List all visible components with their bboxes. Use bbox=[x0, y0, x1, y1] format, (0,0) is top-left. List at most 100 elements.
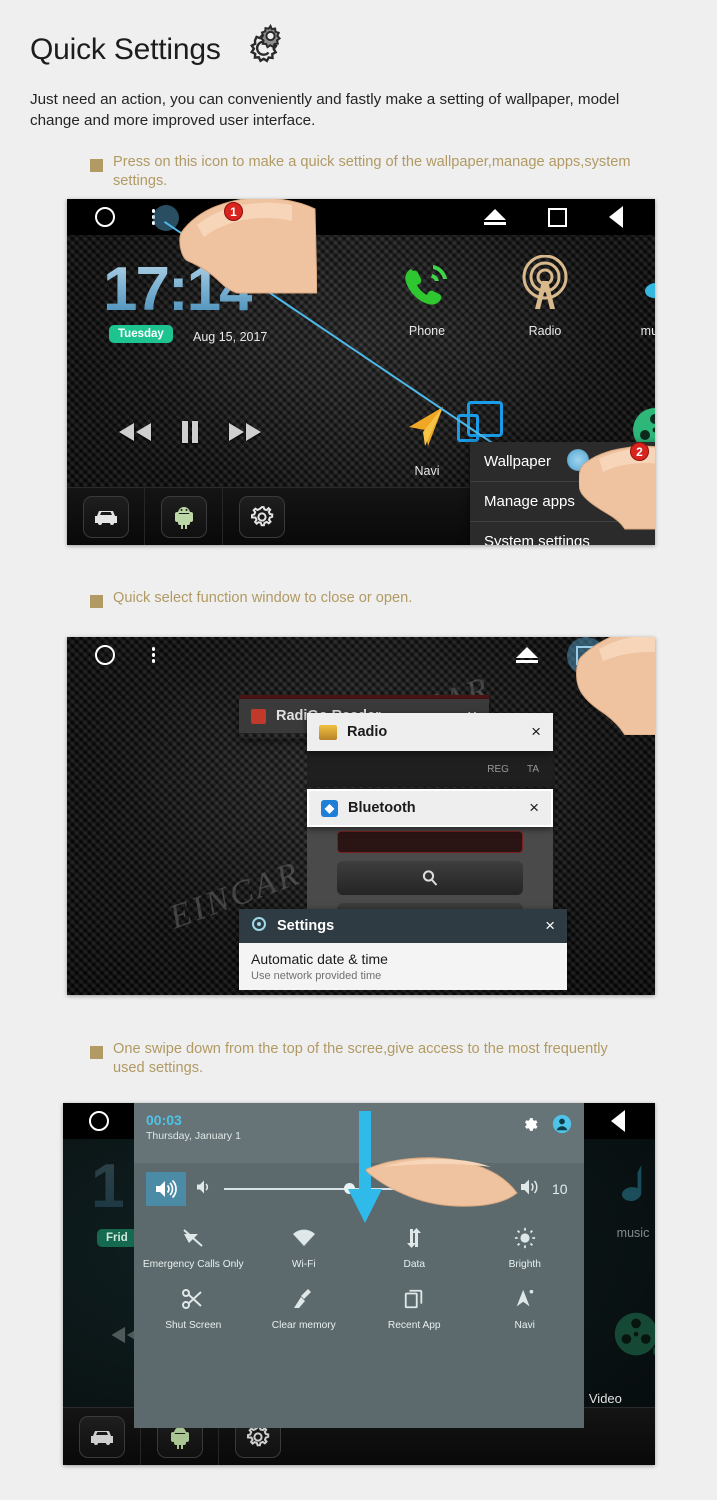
app-phone[interactable]: Phone bbox=[367, 259, 487, 338]
tile-wifi[interactable]: Wi-Fi bbox=[249, 1221, 360, 1278]
bt-field bbox=[337, 831, 523, 853]
music-note-icon-3 bbox=[621, 1165, 642, 1201]
circle-home-icon-2[interactable] bbox=[95, 645, 115, 665]
settings-gear-icon-3[interactable] bbox=[521, 1116, 538, 1138]
eject-icon-2[interactable] bbox=[516, 647, 538, 663]
phone-icon bbox=[405, 265, 447, 305]
window-settings-titlebar[interactable]: Settings × bbox=[239, 909, 567, 943]
signal-off-icon bbox=[183, 1229, 203, 1247]
bg-music-label: music bbox=[616, 1226, 650, 1240]
back-triangle-icon-3[interactable] bbox=[611, 1110, 625, 1132]
back-triangle-icon[interactable] bbox=[609, 206, 623, 228]
dock-android-button[interactable] bbox=[145, 488, 223, 545]
callout-badge-2: 2 bbox=[630, 442, 649, 461]
callout-badge-1: 1 bbox=[224, 202, 243, 221]
android-icon bbox=[160, 495, 207, 538]
close-icon-radio[interactable]: × bbox=[531, 722, 541, 742]
statusbar-2 bbox=[67, 637, 655, 675]
radio-label-reg: REG bbox=[487, 763, 509, 775]
tile-recent-app-label: Recent App bbox=[387, 1319, 441, 1331]
wifi-icon bbox=[292, 1229, 315, 1246]
three-dots-menu-icon-2[interactable] bbox=[152, 647, 156, 663]
app-music[interactable]: music bbox=[602, 255, 655, 338]
bg-app-music: music bbox=[578, 1161, 655, 1240]
volume-high-icon[interactable] bbox=[146, 1172, 186, 1206]
tile-clear-memory[interactable]: Clear memory bbox=[249, 1282, 360, 1339]
dock-settings-button[interactable] bbox=[223, 488, 301, 545]
app-radio[interactable]: Radio bbox=[485, 254, 605, 338]
circle-home-icon-3[interactable] bbox=[89, 1111, 109, 1131]
tile-shut-screen-label: Shut Screen bbox=[165, 1319, 222, 1331]
window-radio-titlebar[interactable]: Radio × bbox=[307, 713, 553, 751]
bullet-icon-3 bbox=[90, 1046, 103, 1059]
circle-home-icon[interactable] bbox=[95, 207, 115, 227]
tile-brightness-label: Brighth bbox=[508, 1259, 541, 1270]
app-phone-label: Phone bbox=[408, 324, 446, 338]
music-note-icon bbox=[645, 283, 655, 298]
window-settings-title: Settings bbox=[277, 918, 335, 934]
navi-arrow-icon bbox=[409, 407, 443, 446]
transport-controls[interactable] bbox=[117, 419, 263, 445]
window-radio[interactable]: Radio × bbox=[307, 713, 553, 751]
volume-value: 10 bbox=[552, 1181, 568, 1197]
radio-window-body: REG TA bbox=[307, 751, 553, 787]
note-1: Press on this icon to make a quick setti… bbox=[90, 153, 687, 192]
page-title: Quick Settings bbox=[30, 33, 221, 66]
settings-gear-icon bbox=[239, 495, 285, 538]
broom-icon bbox=[293, 1288, 311, 1308]
day-badge: Tuesday bbox=[109, 325, 173, 343]
settings-row-title: Automatic date & time bbox=[251, 951, 388, 967]
radio-label-ta: TA bbox=[526, 763, 539, 775]
bg-clock: 1 bbox=[91, 1152, 126, 1221]
bluetooth-icon: ◆ bbox=[321, 799, 338, 817]
window-bluetooth-titlebar[interactable]: ◆ Bluetooth × bbox=[309, 791, 551, 825]
volume-up-icon[interactable] bbox=[520, 1178, 542, 1201]
window-settings[interactable]: Settings × Automatic date & time Use net… bbox=[239, 909, 567, 995]
window-bluetooth-title: Bluetooth bbox=[348, 800, 416, 816]
note-1-text: Press on this icon to make a quick setti… bbox=[113, 154, 631, 190]
eject-icon[interactable] bbox=[484, 209, 506, 225]
fast-forward-icon bbox=[229, 423, 261, 441]
qs-time: 00:03 bbox=[146, 1112, 182, 1128]
date-text: Aug 15, 2017 bbox=[193, 330, 268, 344]
tile-data-label: Data bbox=[403, 1259, 426, 1270]
dock-car-button-3[interactable] bbox=[63, 1408, 141, 1465]
tile-emergency-calls[interactable]: Emergency Calls Only bbox=[138, 1221, 249, 1278]
settings-window-body: Automatic date & time Use network provid… bbox=[239, 943, 567, 990]
close-icon-settings[interactable]: × bbox=[545, 916, 555, 936]
window-bluetooth[interactable]: ◆ Bluetooth × bbox=[307, 789, 553, 827]
recents-highlight-square-2 bbox=[457, 414, 479, 442]
close-icon-bluetooth[interactable]: × bbox=[529, 798, 539, 818]
device-screenshot-3: 1 Frid music Navi Link Video 00:03 Thurs… bbox=[63, 1103, 655, 1465]
car-icon-3 bbox=[78, 1415, 125, 1458]
scissors-icon bbox=[182, 1288, 202, 1309]
volume-low-icon[interactable] bbox=[196, 1179, 214, 1200]
car-icon bbox=[82, 495, 129, 538]
window-radio-title: Radio bbox=[347, 724, 388, 740]
bg-day-badge: Frid bbox=[97, 1229, 137, 1247]
app-music-label: music bbox=[640, 324, 655, 338]
rewind-icon bbox=[119, 423, 151, 441]
bt-search-button[interactable] bbox=[337, 861, 523, 895]
bullet-icon bbox=[90, 159, 103, 173]
square-recents-icon[interactable] bbox=[548, 207, 567, 227]
tile-clear-memory-label: Clear memory bbox=[271, 1319, 336, 1331]
device-screenshot-1: 17:14 Tuesday Aug 15, 2017 Phone Radio m… bbox=[67, 199, 655, 545]
title-row: Quick Settings bbox=[30, 22, 687, 78]
tile-recent-app[interactable]: Recent App bbox=[359, 1282, 470, 1339]
dock-car-button[interactable] bbox=[67, 488, 145, 545]
radio-tower-icon bbox=[522, 254, 568, 309]
tile-emergency-label: Emergency Calls Only bbox=[142, 1259, 244, 1270]
note-3: One swipe down from the top of the scree… bbox=[90, 1040, 613, 1079]
app-navi-label: Navi bbox=[414, 464, 440, 478]
note-3-text: One swipe down from the top of the scree… bbox=[113, 1041, 608, 1077]
tile-shut-screen[interactable]: Shut Screen bbox=[138, 1282, 249, 1339]
tile-navi[interactable]: Navi bbox=[470, 1282, 581, 1339]
intro-text: Just need an action, you can convenientl… bbox=[30, 91, 620, 129]
user-avatar-icon[interactable] bbox=[552, 1114, 572, 1139]
radio-app-icon bbox=[319, 724, 337, 740]
video-reel-icon-3 bbox=[614, 1312, 655, 1356]
device-screenshot-2: EINCAR EINCAR RadiGo Reader × bbox=[67, 637, 655, 995]
hand-pointer-3 bbox=[575, 637, 655, 740]
bullet-icon-2 bbox=[90, 595, 103, 608]
